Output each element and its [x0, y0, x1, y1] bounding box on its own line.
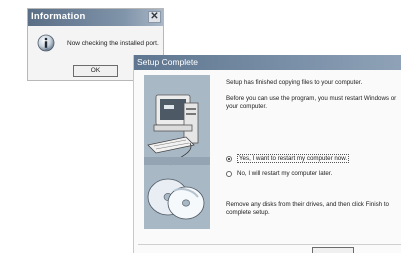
information-title: Information: [31, 11, 86, 22]
dialog-button[interactable]: [312, 247, 354, 253]
setup-illustration-panel: [144, 75, 210, 229]
restart-required-text: Before you can use the program, you must…: [226, 95, 397, 110]
restart-now-option[interactable]: Yes, I want to restart my computer now.: [226, 154, 350, 163]
files-copied-text: Setup has finished copying files to your…: [226, 79, 363, 86]
restart-later-label[interactable]: No, I will restart my computer later.: [237, 170, 332, 177]
setup-title-bar[interactable]: Setup Complete: [134, 55, 401, 70]
setup-title: Setup Complete: [137, 57, 198, 67]
setup-complete-dialog: Setup Complete Setup has finished copyin…: [133, 55, 401, 253]
restart-now-label[interactable]: Yes, I want to restart my computer now.: [237, 154, 350, 163]
restart-now-radio[interactable]: [226, 155, 232, 162]
info-icon: [37, 34, 55, 52]
finish-instructions-text: Remove any disks from their drives, and …: [226, 201, 390, 216]
button-area-divider: [138, 244, 401, 245]
information-title-bar[interactable]: Information ✕: [28, 9, 163, 26]
disc-illustration: [147, 178, 205, 220]
ok-button[interactable]: OK: [73, 65, 118, 77]
restart-later-radio[interactable]: [226, 170, 232, 177]
information-message: Now checking the installed port.: [67, 40, 159, 47]
restart-later-option[interactable]: No, I will restart my computer later.: [226, 170, 332, 177]
close-icon[interactable]: ✕: [148, 11, 161, 23]
